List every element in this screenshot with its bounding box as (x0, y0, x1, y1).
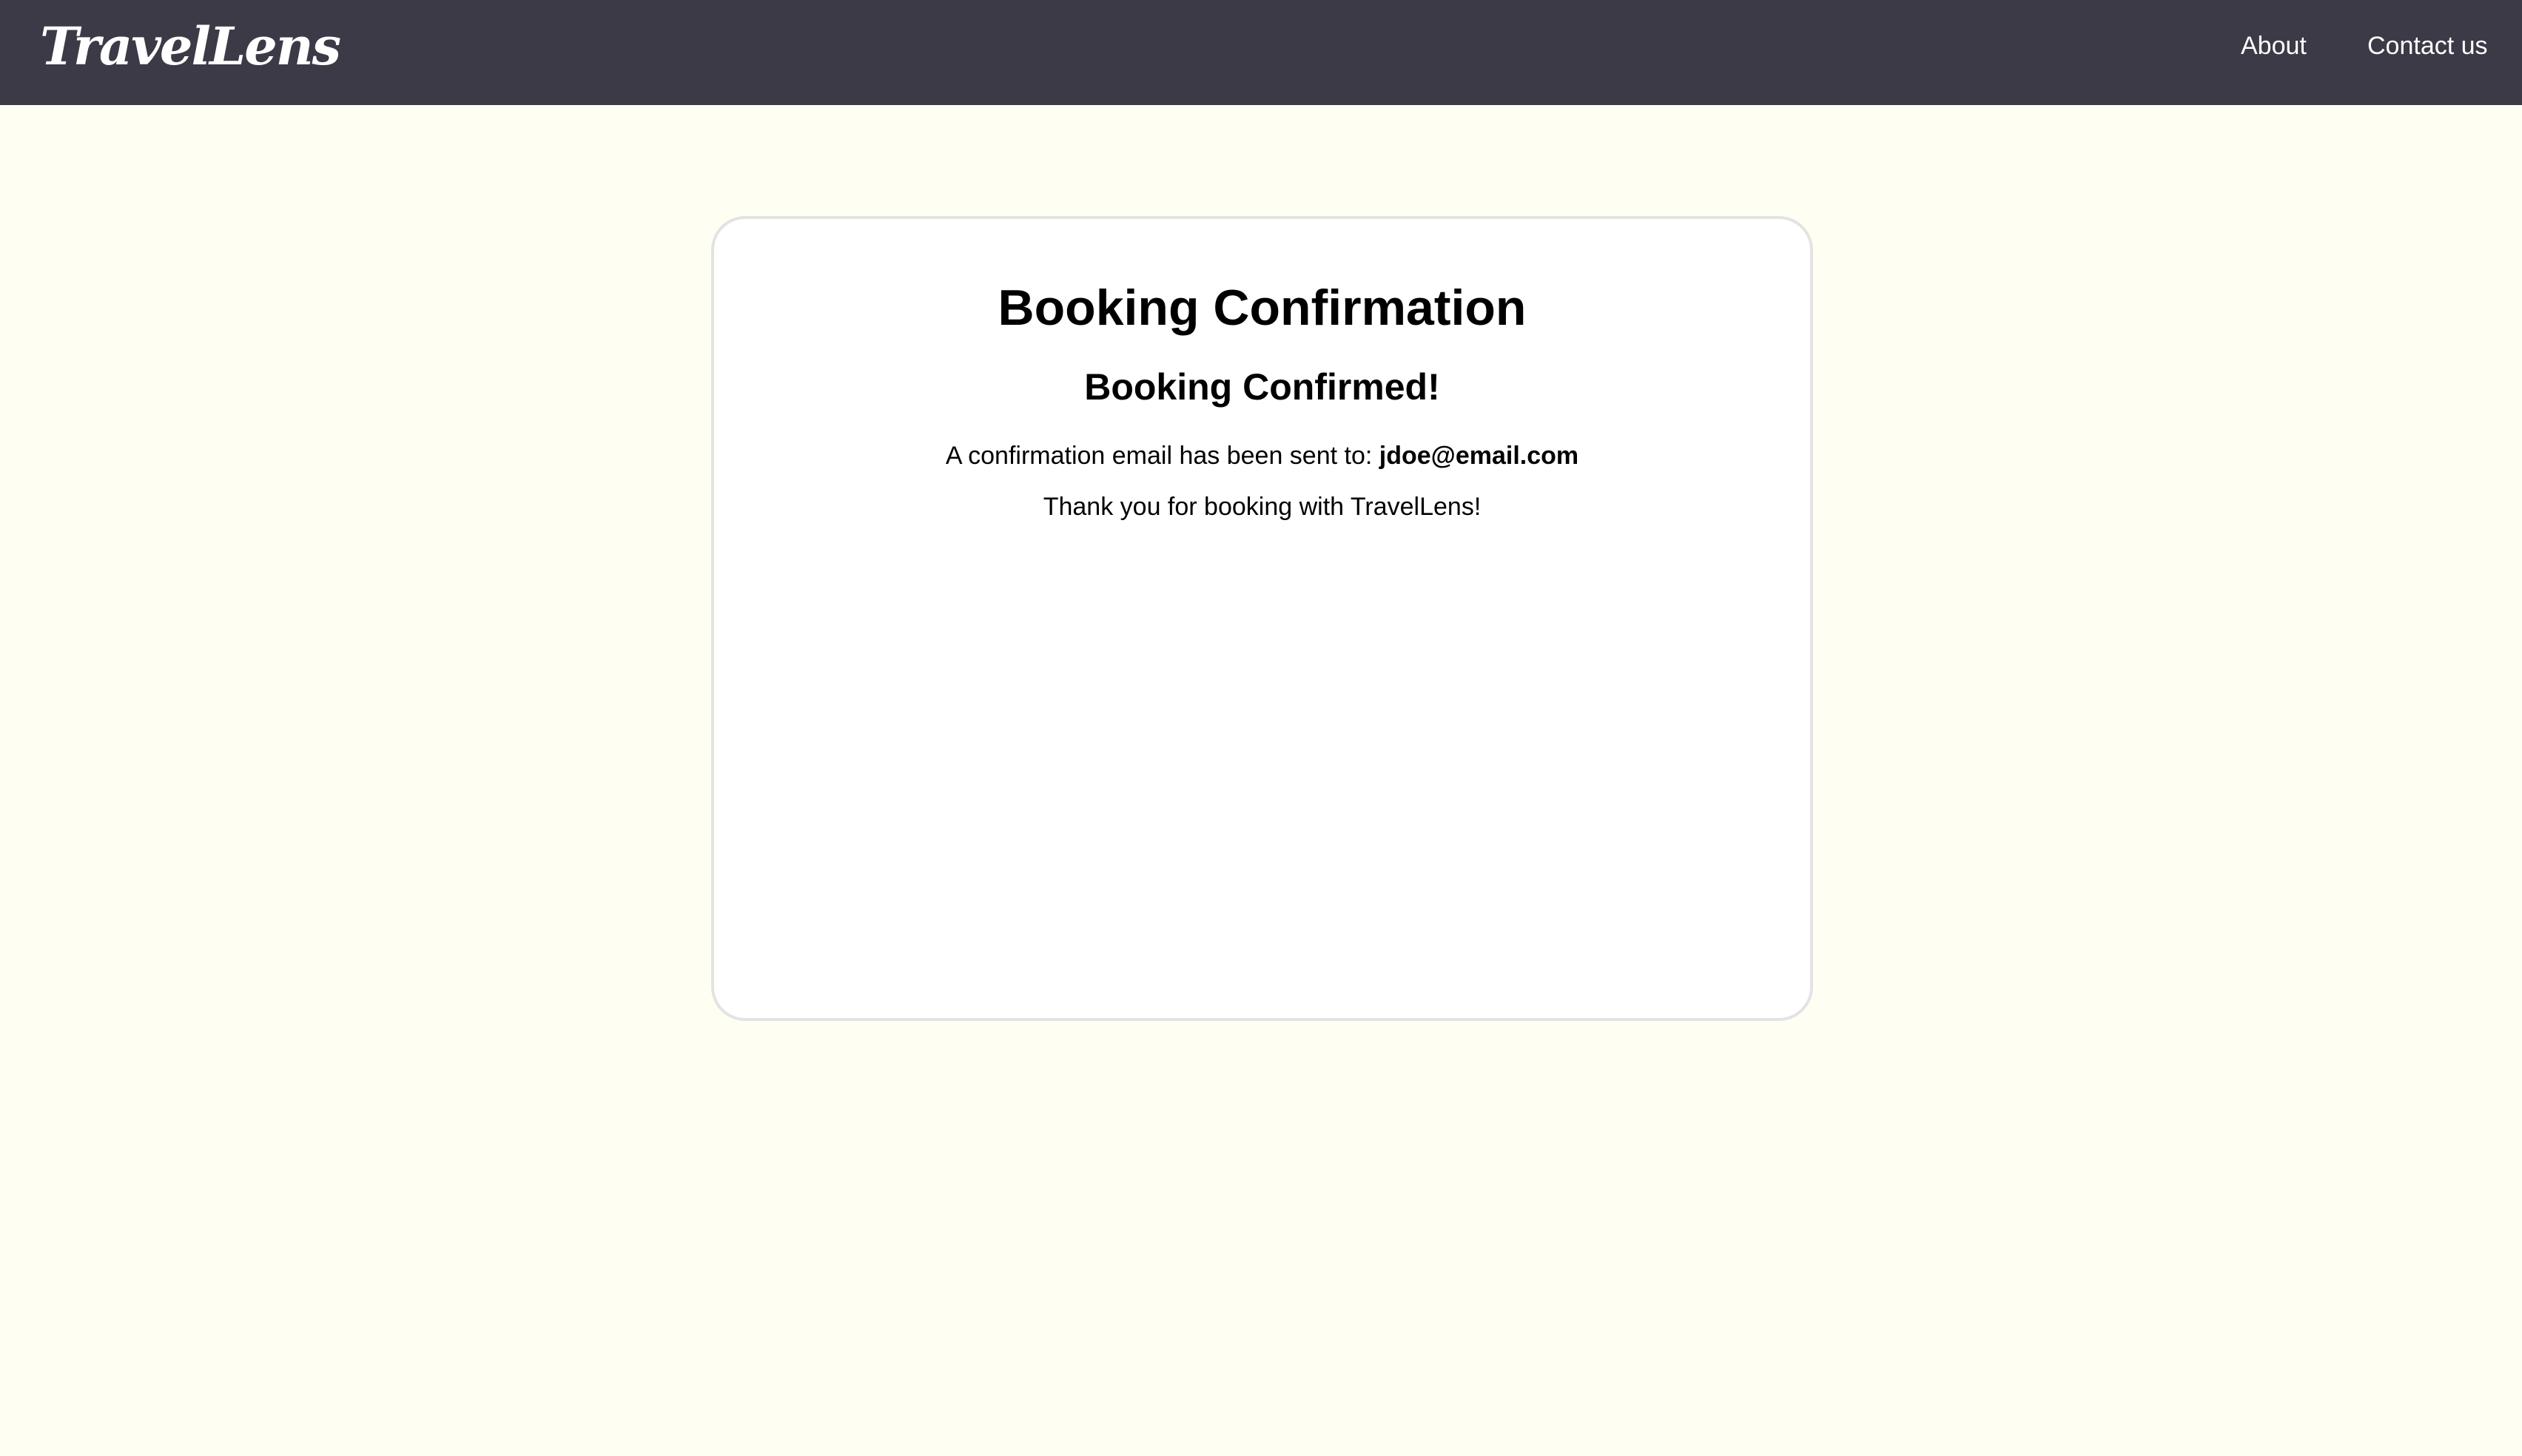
nav-link-contact-us[interactable]: Contact us (2367, 28, 2488, 64)
email-sent-message: A confirmation email has been sent to: j… (714, 439, 1810, 473)
confirmation-status: Booking Confirmed! (1084, 366, 1440, 408)
nav-link-about[interactable]: About (2241, 28, 2307, 64)
confirmation-email-address: jdoe@email.com (1379, 442, 1579, 470)
thank-you-message: Thank you for booking with TravelLens! (1043, 493, 1482, 521)
site-logo[interactable]: TravelLens (40, 13, 341, 80)
page-title: Booking Confirmation (998, 280, 1527, 336)
email-sent-label: A confirmation email has been sent to: (945, 442, 1373, 470)
booking-confirmation-card: Booking Confirmation Booking Confirmed! … (711, 216, 1813, 1021)
top-navbar: TravelLens About Contact us (0, 0, 2522, 105)
